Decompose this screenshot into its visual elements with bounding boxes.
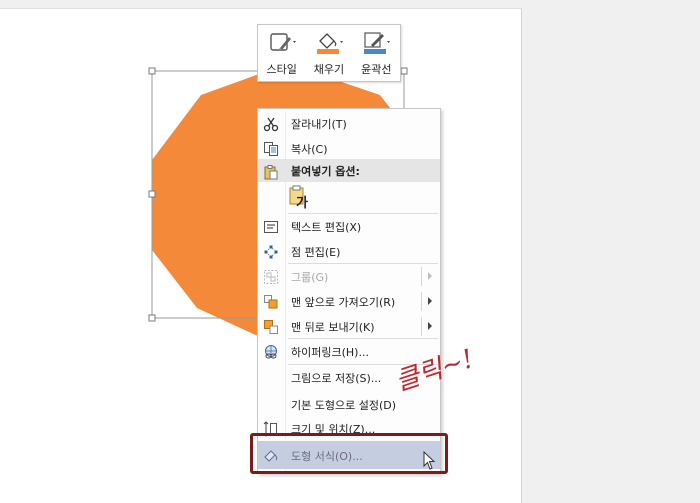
resize-handle-top-left	[148, 67, 156, 75]
menu-item-label: 점 편집(E)	[291, 246, 341, 259]
outline-button[interactable]: 윤곽선	[354, 29, 398, 77]
menu-item-copy[interactable]: 복사(C)	[258, 136, 440, 161]
style-button-label: 스타일	[266, 63, 297, 76]
submenu-arrow-icon	[428, 322, 432, 330]
menu-item-label: 텍스트 편집(X)	[291, 221, 362, 234]
submenu-arrow-icon	[428, 297, 432, 305]
group-icon	[262, 268, 279, 285]
hyperlink-icon	[262, 343, 279, 360]
fill-button-label: 채우기	[313, 63, 345, 76]
send-to-back-icon	[262, 318, 279, 335]
bring-to-front-icon	[262, 293, 279, 310]
pen-outline-icon	[364, 32, 391, 54]
menu-item-label: 잘라내기(T)	[291, 118, 347, 131]
highlight-box	[250, 433, 448, 474]
menu-item-edit-text[interactable]: 텍스트 편집(X)	[258, 214, 440, 239]
submenu-arrow-icon	[428, 272, 432, 280]
edit-points-icon	[262, 243, 279, 260]
mini-toolbar: 스타일 채우기 윤곽선	[257, 24, 401, 82]
menu-item-bring-to-front[interactable]: 맨 앞으로 가져오기(R)	[258, 289, 440, 314]
edit-text-icon	[262, 218, 279, 235]
scissors-icon	[262, 115, 279, 132]
menu-item-label: 맨 앞으로 가져오기(R)	[291, 296, 396, 309]
menu-item-group[interactable]: 그룹(G)	[258, 264, 440, 289]
click-annotation-text: 클릭~!	[391, 343, 478, 398]
menu-item-label: 그룹(G)	[291, 271, 329, 284]
copy-icon	[262, 140, 279, 157]
menu-item-send-to-back[interactable]: 맨 뒤로 보내기(K)	[258, 314, 440, 339]
menu-item-edit-points[interactable]: 점 편집(E)	[258, 239, 440, 264]
paste-icon	[262, 163, 279, 180]
click-annotation: 클릭~!	[388, 344, 500, 415]
menu-item-paste-options: 붙여넣기 옵션:	[258, 159, 440, 182]
outline-button-label: 윤곽선	[361, 63, 392, 76]
menu-item-label: 그림으로 저장(S)...	[291, 372, 382, 385]
menu-item-cut[interactable]: 잘라내기(T)	[258, 111, 440, 136]
paste-option-glyph: 가	[296, 196, 308, 211]
style-button[interactable]: 스타일	[260, 29, 304, 77]
resize-handle-top-right	[400, 67, 408, 75]
paste-option-keep-text[interactable]: 가	[288, 185, 310, 211]
context-menu: 잘라내기(T) 복사(C) 붙여넣기 옵션: 가 텍스트 편집(X) 점 편집(…	[257, 108, 441, 474]
shape-style-icon	[269, 33, 296, 51]
resize-handle-middle-left	[148, 190, 156, 198]
paint-bucket-icon	[316, 33, 343, 54]
menu-item-label: 복사(C)	[291, 143, 328, 156]
menu-item-label: 기본 도형으로 설정(D)	[291, 399, 397, 412]
menu-item-label: 하이퍼링크(H)...	[291, 346, 369, 359]
mouse-pointer-icon	[423, 451, 436, 470]
resize-handle-bottom-left	[148, 314, 156, 322]
menu-item-label: 붙여넣기 옵션:	[291, 165, 360, 178]
menu-item-label: 맨 뒤로 보내기(K)	[291, 321, 375, 334]
fill-button[interactable]: 채우기	[307, 29, 351, 77]
